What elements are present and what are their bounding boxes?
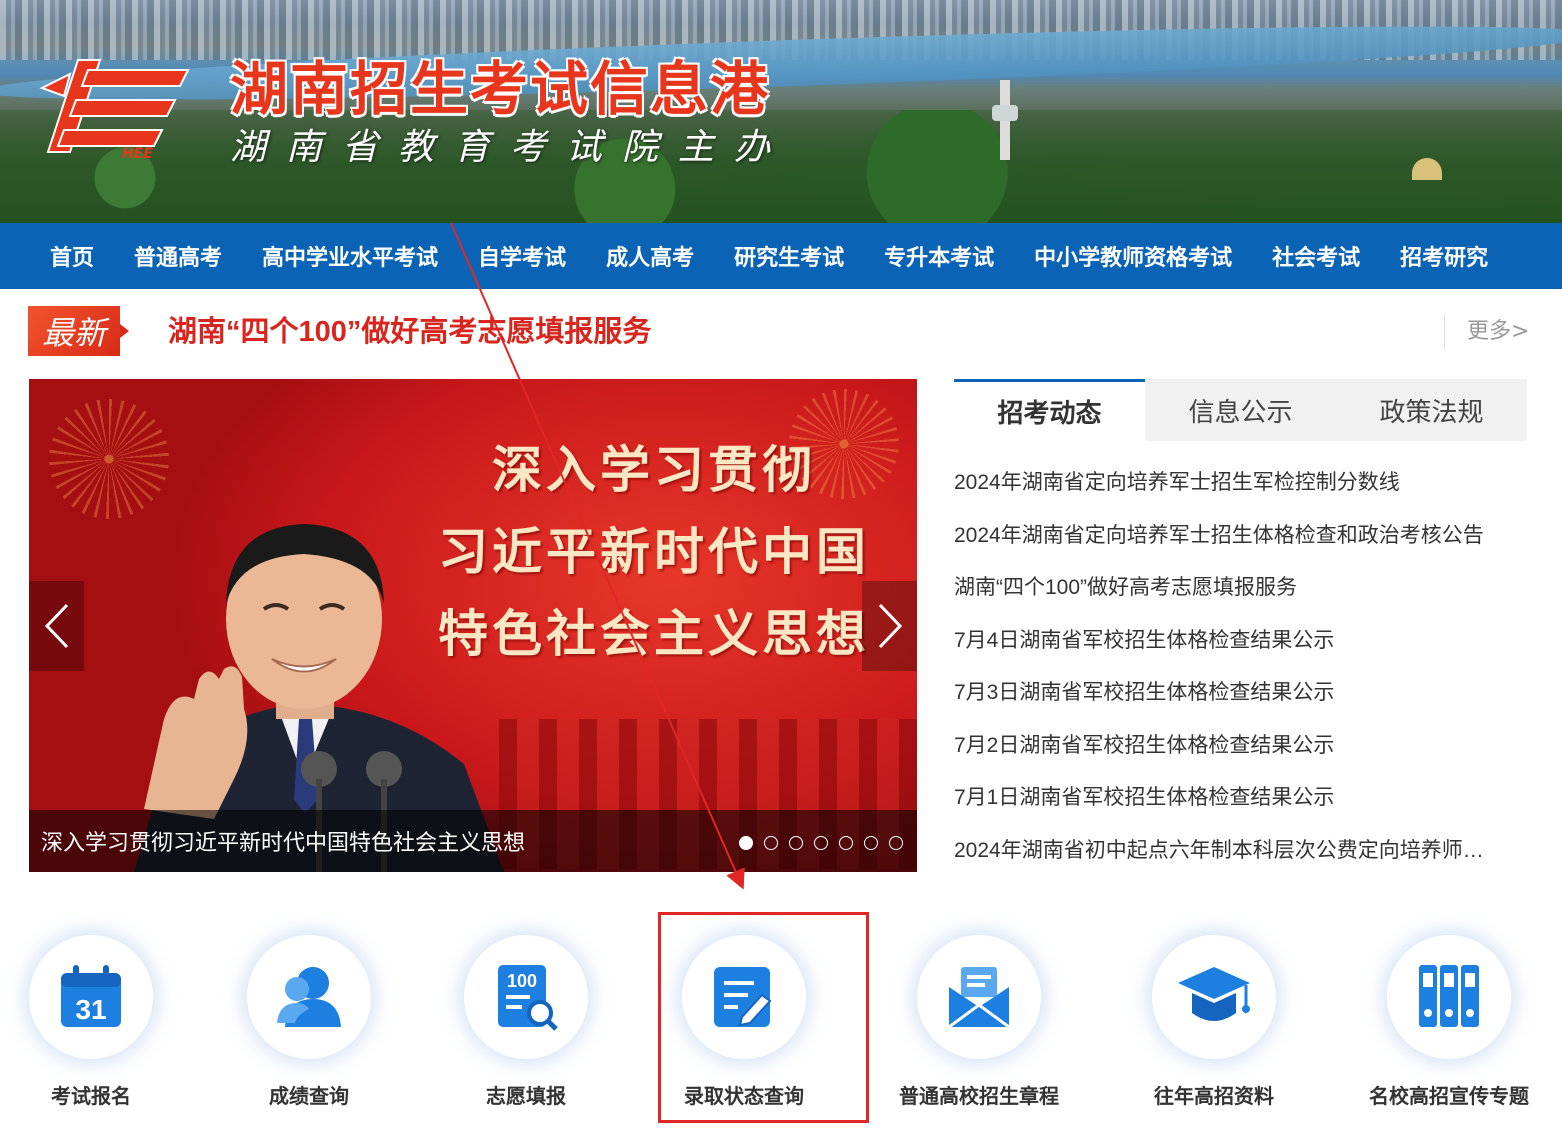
nav-item-gaokao[interactable]: 普通高考: [114, 240, 242, 272]
tab-info-public[interactable]: 信息公示: [1145, 379, 1336, 441]
service-application[interactable]: 100 志愿填报: [426, 935, 626, 1115]
graduation-cap-icon: [1178, 967, 1250, 1021]
slogan-line: 深入学习贯彻: [492, 441, 816, 499]
carousel-dot[interactable]: [864, 836, 878, 850]
news-tabs: 招考动态 信息公示 政策法规: [954, 379, 1528, 441]
calendar-icon: 31: [61, 965, 121, 1027]
score-text: 100: [507, 971, 537, 991]
score-search-icon: 100: [498, 965, 558, 1031]
nav-item-upgrade[interactable]: 专升本考试: [864, 240, 1014, 272]
service-icon-circle: [247, 935, 371, 1059]
carousel-dot[interactable]: [739, 836, 753, 850]
edit-document-icon: [714, 967, 772, 1027]
header-banner: HEE 湖南招生考试信息港 湖南省教育考试院主办: [0, 0, 1562, 223]
nav-item-teacher-cert[interactable]: 中小学教师资格考试: [1014, 240, 1252, 272]
service-exam-registration[interactable]: 31 考试报名: [0, 935, 191, 1115]
news-item[interactable]: 7月3日湖南省军校招生体格检查结果公示: [954, 670, 1528, 723]
carousel-dot[interactable]: [814, 836, 828, 850]
carousel-dot[interactable]: [889, 836, 903, 850]
chevron-right-icon: [878, 603, 902, 649]
news-item[interactable]: 2024年湖南省初中起点六年制本科层次公费定向培养师…: [954, 828, 1528, 881]
service-icon-circle: 100: [464, 935, 588, 1059]
news-list: 2024年湖南省定向培养军士招生军检控制分数线 2024年湖南省定向培养军士招生…: [954, 460, 1528, 880]
nav-item-home[interactable]: 首页: [30, 240, 114, 272]
site-subtitle: 湖南省教育考试院主办: [230, 127, 791, 168]
news-item[interactable]: 7月1日湖南省军校招生体格检查结果公示: [954, 775, 1528, 828]
news-item[interactable]: 2024年湖南省定向培养军士招生军检控制分数线: [954, 460, 1528, 513]
carousel-prev-button[interactable]: [29, 581, 84, 671]
service-admission-status-query[interactable]: 录取状态查询: [644, 935, 844, 1115]
carousel-dot[interactable]: [839, 836, 853, 850]
latest-badge: 最新: [28, 306, 129, 356]
carousel-dot[interactable]: [764, 836, 778, 850]
nav-item-social-exam[interactable]: 社会考试: [1252, 240, 1380, 272]
service-label: 志愿填报: [486, 1086, 566, 1108]
nav-item-adult-exam[interactable]: 成人高考: [586, 240, 714, 272]
latest-headline-link[interactable]: 湖南“四个100”做好高考志愿填报服务: [168, 308, 651, 350]
news-item[interactable]: 湖南“四个100”做好高考志愿填报服务: [954, 565, 1528, 618]
tab-policy[interactable]: 政策法规: [1336, 379, 1527, 441]
service-label: 考试报名: [51, 1086, 131, 1108]
nav-item-research[interactable]: 招考研究: [1380, 240, 1508, 272]
service-past-materials[interactable]: 往年高招资料: [1114, 935, 1314, 1115]
logo-text: HEE: [122, 146, 153, 162]
slogan-line: 习近平新时代中国: [438, 523, 870, 581]
nav-item-postgraduate[interactable]: 研究生考试: [714, 240, 864, 272]
service-icon-circle: [1152, 935, 1276, 1059]
banner-dome: [1412, 158, 1442, 180]
calendar-day: 31: [75, 994, 106, 1025]
more-link[interactable]: 更多>: [1444, 315, 1529, 349]
nav-item-academic-test[interactable]: 高中学业水平考试: [242, 240, 458, 272]
banner-tower: [992, 80, 1018, 160]
service-label: 普通高校招生章程: [899, 1086, 1059, 1108]
main-nav: 首页 普通高考 高中学业水平考试 自学考试 成人高考 研究生考试 专升本考试 中…: [0, 223, 1562, 289]
service-label: 名校高招宣传专题: [1369, 1086, 1529, 1108]
binders-icon: [1419, 965, 1479, 1027]
service-icon-circle: 31: [29, 935, 153, 1059]
service-score-query[interactable]: 成绩查询: [209, 935, 409, 1115]
envelope-icon: [948, 967, 1010, 1029]
site-title: 湖南招生考试信息港: [230, 55, 771, 123]
carousel-dot[interactable]: [789, 836, 803, 850]
service-label: 往年高招资料: [1154, 1086, 1274, 1108]
service-label: 录取状态查询: [684, 1086, 804, 1108]
news-item[interactable]: 2024年湖南省定向培养军士招生体格检查和政治考核公告: [954, 513, 1528, 566]
service-icon-circle: [1387, 935, 1511, 1059]
user-icon: [277, 967, 341, 1027]
service-admission-charter[interactable]: 普通高校招生章程: [879, 935, 1079, 1115]
slider-slogan: 深入学习贯彻 习近平新时代中国 特色社会主义思想: [409, 429, 899, 675]
tab-admission-news[interactable]: 招考动态: [954, 379, 1145, 441]
slogan-line: 特色社会主义思想: [438, 605, 870, 663]
service-icon-circle: [682, 935, 806, 1059]
nav-item-self-study[interactable]: 自学考试: [458, 240, 586, 272]
carousel-next-button[interactable]: [862, 581, 917, 671]
image-carousel[interactable]: 深入学习贯彻 习近平新时代中国 特色社会主义思想 深入学习贯彻习近平新时代中国特…: [29, 379, 917, 872]
service-icon-circle: [917, 935, 1041, 1059]
service-label: 成绩查询: [269, 1086, 349, 1108]
service-top-university-promotion[interactable]: 名校高招宣传专题: [1349, 935, 1549, 1115]
site-logo[interactable]: HEE: [30, 52, 190, 162]
chevron-left-icon: [44, 603, 68, 649]
news-item[interactable]: 7月4日湖南省军校招生体格检查结果公示: [954, 618, 1528, 671]
news-item[interactable]: 7月2日湖南省军校招生体格检查结果公示: [954, 723, 1528, 776]
carousel-dots: [739, 836, 903, 850]
carousel-caption[interactable]: 深入学习贯彻习近平新时代中国特色社会主义思想: [41, 825, 525, 857]
